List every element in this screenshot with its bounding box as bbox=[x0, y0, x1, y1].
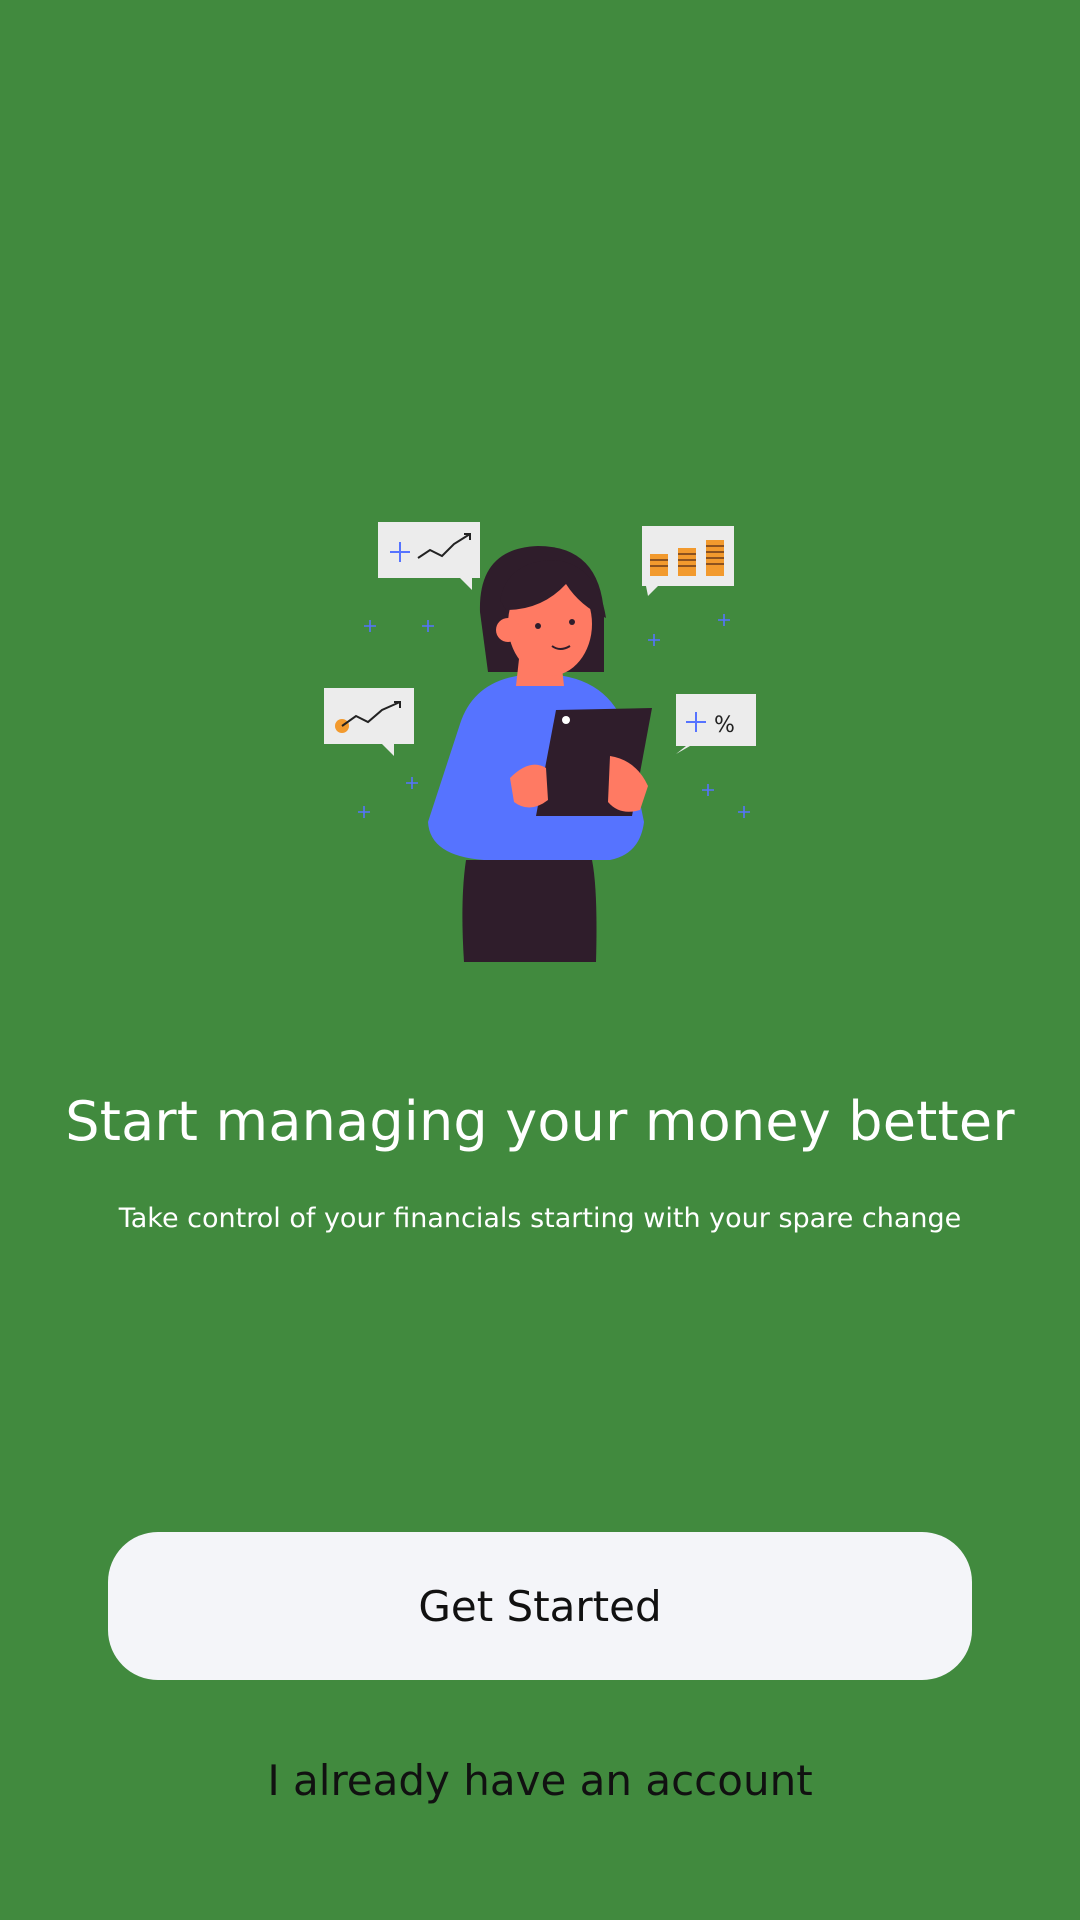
page-subtitle: Take control of your financials starting… bbox=[118, 1203, 962, 1234]
page-title: Start managing your money better bbox=[65, 1090, 1015, 1153]
existing-account-link[interactable]: I already have an account bbox=[0, 1756, 1080, 1805]
woman-with-tablet-finance-illustration: % bbox=[324, 522, 756, 962]
coin-stacks-bubble-icon bbox=[642, 526, 734, 596]
svg-text:%: % bbox=[714, 713, 735, 738]
trend-up-bubble-icon bbox=[378, 522, 480, 590]
get-started-button-label: Get Started bbox=[418, 1581, 662, 1631]
onboarding-screen: % Start managing your money better Take … bbox=[0, 0, 1080, 1920]
person-figure bbox=[428, 546, 652, 962]
get-started-button[interactable]: Get Started bbox=[108, 1532, 972, 1680]
trend-up-bubble-icon bbox=[324, 688, 414, 756]
percent-bubble-icon: % bbox=[676, 694, 756, 754]
